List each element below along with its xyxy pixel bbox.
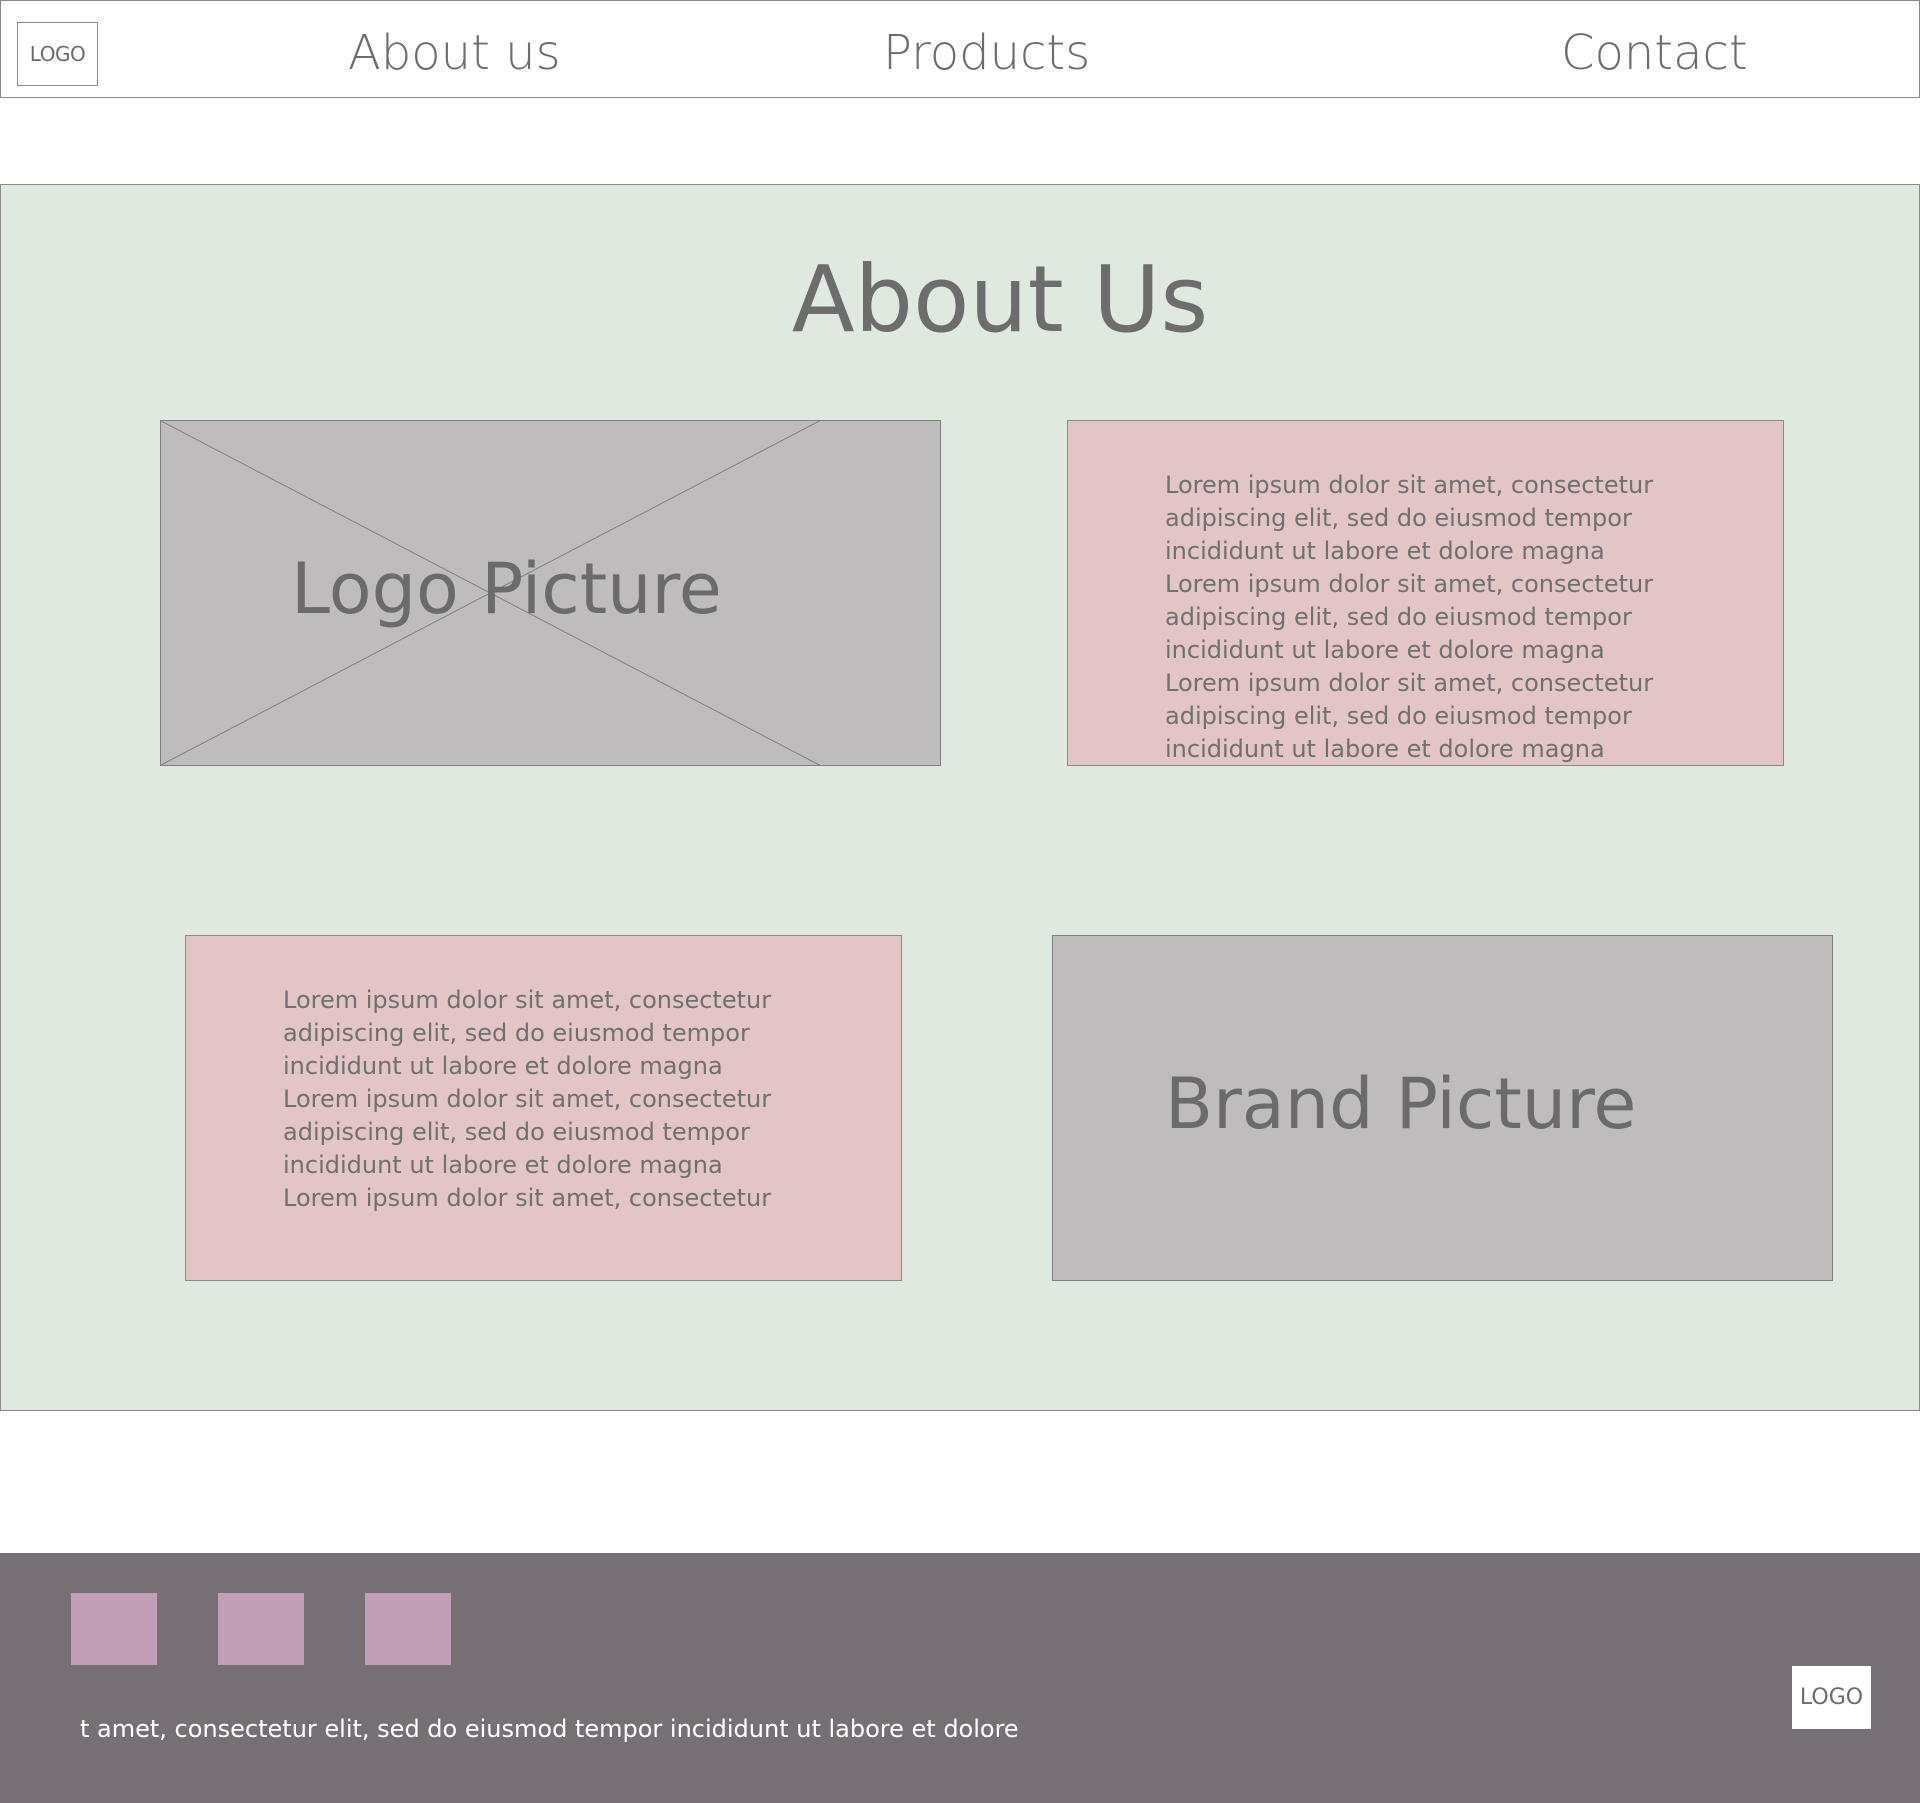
about-text: Lorem ipsum dolor sit amet, consectetur … <box>1165 471 1654 763</box>
social-link-3[interactable] <box>365 1593 451 1665</box>
social-link-2[interactable] <box>218 1593 304 1665</box>
social-link-1[interactable] <box>71 1593 157 1665</box>
header-logo[interactable]: LOGO <box>17 22 98 86</box>
site-header: LOGO About us Products Contact <box>0 0 1920 98</box>
nav-link-contact[interactable]: Contact <box>1561 23 1748 83</box>
about-section: About Us Logo Picture Lorem ipsum dolor … <box>0 184 1920 1411</box>
nav-link-products[interactable]: Products <box>883 23 1090 83</box>
logo-picture-label: Logo Picture <box>291 548 722 630</box>
site-footer: t amet, consectetur elit, sed do eiusmod… <box>0 1553 1920 1803</box>
footer-logo[interactable]: LOGO <box>1792 1666 1871 1729</box>
brand-picture-placeholder: Brand Picture <box>1052 935 1833 1281</box>
footer-text: t amet, consectetur elit, sed do eiusmod… <box>80 1715 1019 1743</box>
page-title: About Us <box>791 246 1209 353</box>
about-text-card: Lorem ipsum dolor sit amet, consectetur … <box>1067 420 1784 766</box>
about-text: Lorem ipsum dolor sit amet, consectetur … <box>283 986 772 1212</box>
about-text-card: Lorem ipsum dolor sit amet, consectetur … <box>185 935 902 1281</box>
nav-link-about[interactable]: About us <box>348 23 561 83</box>
logo-picture-placeholder: Logo Picture <box>160 420 941 766</box>
brand-picture-label: Brand Picture <box>1165 1063 1637 1145</box>
